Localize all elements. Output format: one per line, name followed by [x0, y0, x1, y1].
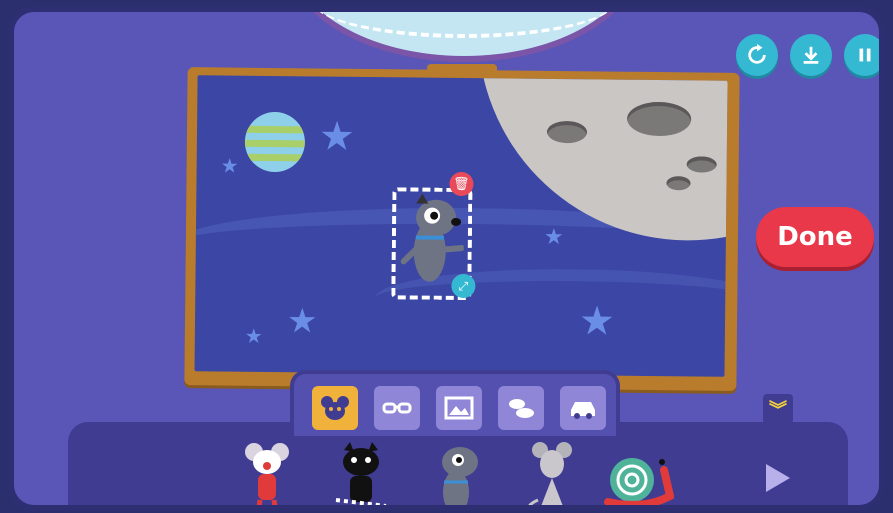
star-icon: ★ [220, 153, 239, 178]
spaceship-dome [284, 12, 644, 62]
tab-backgrounds[interactable] [436, 386, 482, 430]
collapse-tray-button[interactable]: ︾ [763, 394, 793, 424]
restart-button[interactable] [736, 34, 778, 76]
resize-button[interactable]: ⤢ [451, 273, 476, 299]
tab-characters[interactable] [312, 386, 358, 430]
clouds-icon [509, 399, 534, 418]
pause-icon [859, 48, 871, 62]
star-icon: ★ [318, 113, 356, 160]
car-icon [571, 402, 595, 419]
tab-weather[interactable] [498, 386, 544, 430]
planet-icon [244, 111, 306, 173]
scene-board: ★ ★ ★ ★ ★ ★ 🗑 ⤢ [184, 67, 740, 391]
trash-icon: 🗑 [453, 176, 470, 192]
mouse-character-icon[interactable] [232, 440, 302, 511]
category-tabs [290, 370, 620, 436]
snail-character-icon[interactable] [604, 440, 674, 511]
star-icon: ★ [578, 298, 616, 345]
done-button[interactable]: Done [756, 207, 874, 267]
picture-icon [444, 396, 474, 420]
pause-button[interactable] [844, 34, 879, 76]
delete-button[interactable]: 🗑 [449, 171, 474, 197]
resize-icon: ⤢ [458, 278, 469, 293]
star-icon: ★ [286, 301, 318, 342]
scene-canvas[interactable]: ★ ★ ★ ★ ★ ★ 🗑 ⤢ [194, 75, 728, 377]
restart-icon [748, 44, 766, 64]
rat-character-icon[interactable] [518, 440, 588, 511]
dog-character-icon[interactable] [422, 440, 492, 511]
tab-accessories[interactable] [374, 386, 420, 430]
chevron-double-down-icon: ︾ [769, 400, 787, 421]
star-icon: ★ [244, 323, 263, 348]
save-button[interactable] [790, 34, 832, 76]
tab-vehicles[interactable] [560, 386, 606, 430]
download-icon [803, 46, 819, 64]
cat-character-icon[interactable] [326, 440, 396, 511]
game-frame: ★ ★ ★ ★ ★ ★ 🗑 ⤢ Done ︾ [8, 6, 885, 511]
mouse-face-icon [321, 396, 349, 420]
next-page-button[interactable] [766, 464, 790, 492]
star-icon: ★ [543, 224, 564, 251]
glasses-icon [382, 402, 412, 414]
